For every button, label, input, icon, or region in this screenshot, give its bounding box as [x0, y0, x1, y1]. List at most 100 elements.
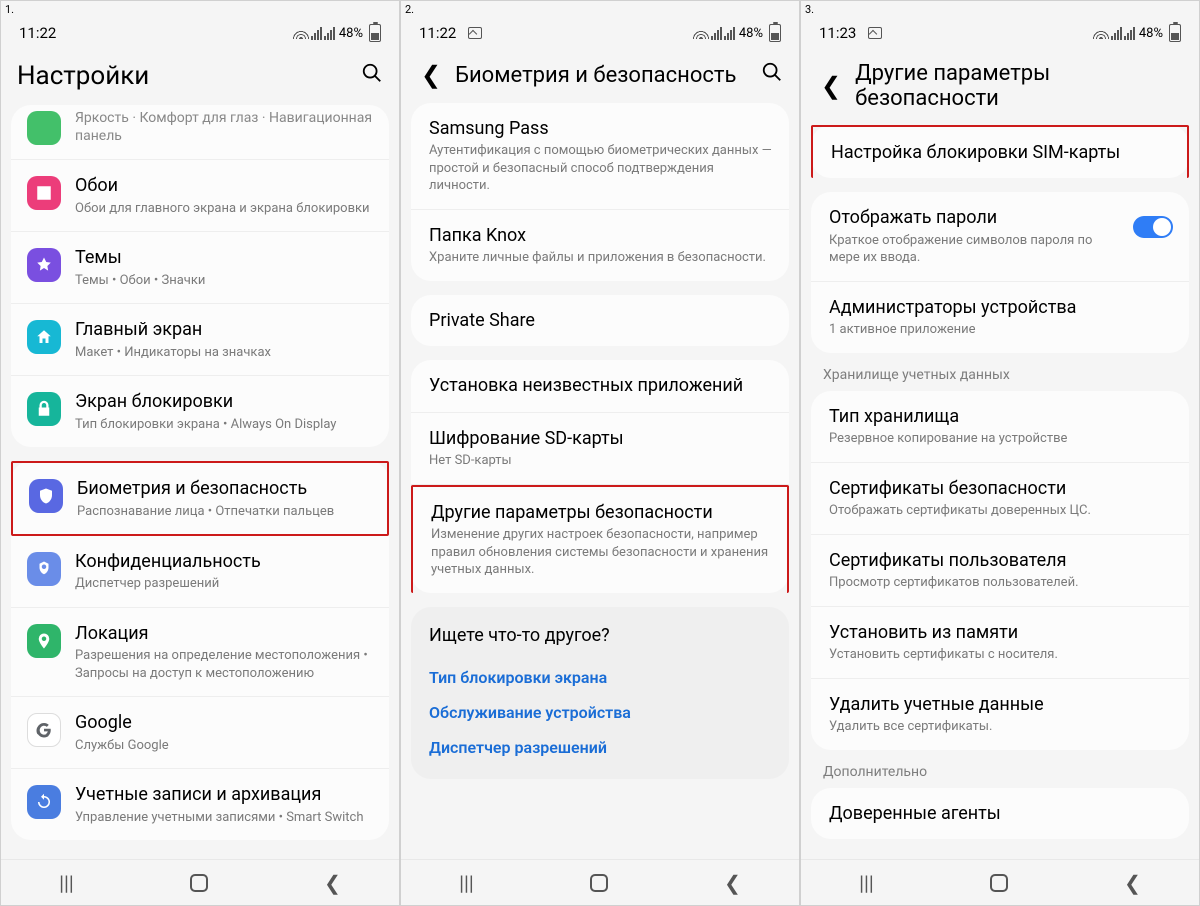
settings-row[interactable]: Сертификаты безопасностиОтображать серти…	[811, 463, 1189, 535]
search-button[interactable]	[361, 62, 383, 90]
setting-subtitle: Храните личные файлы и приложения в безо…	[429, 249, 773, 267]
display-icon	[27, 111, 61, 145]
setting-title: Samsung Pass	[429, 117, 773, 140]
nav-home[interactable]	[990, 874, 1008, 892]
setting-title: Сертификаты пользователя	[829, 549, 1173, 572]
setting-subtitle: Установить сертификаты с носителя.	[829, 646, 1173, 664]
nav-home[interactable]	[190, 874, 208, 892]
settings-row[interactable]: Настройка блокировки SIM-карты	[811, 125, 1189, 178]
step-number: 3.	[805, 3, 814, 16]
step-number: 1.	[5, 3, 14, 16]
setting-title: Другие параметры безопасности	[431, 501, 771, 524]
setting-subtitle: Обои для главного экрана и экрана блокир…	[75, 200, 373, 218]
settings-group: Samsung PassАутентификация с помощью био…	[411, 103, 789, 281]
battery-pct: 48%	[1139, 26, 1163, 41]
nav-recents[interactable]: |||	[59, 871, 74, 895]
settings-row[interactable]: Обои Обои для главного экрана и экрана бл…	[11, 160, 389, 232]
nav-back[interactable]: ❮	[724, 871, 741, 895]
battery-icon	[1169, 24, 1181, 42]
settings-row[interactable]: Администраторы устройства1 активное прил…	[811, 282, 1189, 353]
status-bar: 11:23 48%	[801, 17, 1199, 49]
setting-title: Доверенные агенты	[829, 802, 1173, 825]
setting-subtitle: Просмотр сертификатов пользователей.	[829, 574, 1173, 592]
header: ❮Биометрия и безопасность	[401, 49, 799, 103]
setting-subtitle: Управление учетными записями • Smart Swi…	[75, 809, 373, 827]
settings-row[interactable]: Установка неизвестных приложений	[411, 360, 789, 412]
settings-row[interactable]: Учетные записи и архивацияУправление уче…	[11, 769, 389, 840]
setting-subtitle: Аутентификация с помощью биометрических …	[429, 142, 773, 195]
settings-row[interactable]: Шифрование SD-картыНет SD-карты	[411, 413, 789, 485]
content-scroll[interactable]: Настройка блокировки SIM-карты Отображат…	[801, 125, 1199, 859]
content-scroll[interactable]: Samsung PassАутентификация с помощью био…	[401, 103, 799, 859]
setting-title: Отображать пароли	[829, 206, 1119, 229]
toggle-switch[interactable]	[1133, 216, 1173, 238]
settings-group: Установка неизвестных приложений Шифрова…	[411, 360, 789, 592]
setting-subtitle: Службы Google	[75, 737, 373, 755]
setting-title: Удалить учетные данные	[829, 693, 1173, 716]
back-button[interactable]: ❮	[817, 72, 845, 100]
status-time: 11:22	[19, 24, 56, 42]
screenshot-notif-icon	[868, 27, 882, 39]
settings-row[interactable]: Google Службы Google	[11, 697, 389, 769]
setting-subtitle: Макет • Индикаторы на значках	[75, 344, 373, 362]
setting-title: Тип хранилища	[829, 405, 1173, 428]
search-button[interactable]	[761, 61, 783, 89]
page-title: Настройки	[17, 61, 351, 91]
suggestion-link[interactable]: Диспетчер разрешений	[429, 730, 771, 765]
suggestion-link[interactable]: Обслуживание устройства	[429, 695, 771, 730]
settings-row[interactable]: Отображать паролиКраткое отображение сим…	[811, 192, 1189, 281]
back-button[interactable]: ❮	[417, 61, 445, 89]
content-scroll[interactable]: Яркость · Комфорт для глаз · Навигационн…	[1, 105, 399, 859]
status-bar: 11:22 48%	[1, 17, 399, 49]
setting-title: Обои	[75, 174, 373, 197]
settings-row[interactable]: Установить из памяти Установить сертифика…	[811, 607, 1189, 679]
battery-pct: 48%	[339, 26, 363, 41]
signal-icon-1	[1111, 27, 1122, 40]
setting-subtitle: Отображать сертификаты доверенных ЦС.	[829, 502, 1173, 520]
settings-row[interactable]: Экран блокировкиТип блокировки экрана • …	[11, 376, 389, 447]
settings-row[interactable]: Доверенные агенты	[811, 788, 1189, 839]
shield-icon	[29, 479, 63, 513]
step-number: 2.	[405, 3, 414, 16]
suggestion-link[interactable]: Тип блокировки экрана	[429, 660, 771, 695]
setting-subtitle: Резервное копирование на устройстве	[829, 430, 1173, 448]
settings-row[interactable]: Private Share	[411, 295, 789, 346]
settings-row[interactable]: ТемыТемы • Обои • Значки	[11, 232, 389, 304]
nav-recents[interactable]: |||	[459, 871, 474, 895]
page-title: Другие параметры безопасности	[855, 61, 1183, 111]
settings-row[interactable]: Яркость · Комфорт для глаз · Навигационн…	[11, 105, 389, 160]
status-bar: 11:22 48%	[401, 17, 799, 49]
setting-subtitle: Диспетчер разрешений	[75, 575, 373, 593]
nav-bar: ||| ❮	[401, 859, 799, 905]
wifi-icon	[293, 27, 309, 39]
settings-row[interactable]: Сертификаты пользователя Просмотр сертифи…	[811, 535, 1189, 607]
settings-row[interactable]: Биометрия и безопасностьРаспознавание ли…	[11, 461, 389, 536]
nav-recents[interactable]: |||	[859, 871, 874, 895]
wallpaper-icon	[27, 176, 61, 210]
setting-title: Настройка блокировки SIM-карты	[831, 141, 1171, 164]
setting-title: Установить из памяти	[829, 621, 1173, 644]
setting-subtitle: Распознавание лица • Отпечатки пальцев	[77, 503, 371, 521]
settings-row[interactable]: ЛокацияРазрешения на определение местопо…	[11, 608, 389, 697]
settings-row[interactable]: Главный экран Макет • Индикаторы на значк…	[11, 304, 389, 376]
setting-title: Главный экран	[75, 318, 373, 341]
setting-title: Шифрование SD-карты	[429, 427, 773, 450]
settings-group: Биометрия и безопасностьРаспознавание ли…	[11, 461, 389, 840]
settings-row[interactable]: КонфиденциальностьДиспетчер разрешений	[11, 536, 389, 608]
screen-1: 1. 11:22 48% Настройки Яркость · Комфорт…	[0, 0, 400, 906]
settings-row[interactable]: Тип хранилища Резервное копирование на ус…	[811, 391, 1189, 463]
settings-row[interactable]: Папка KnoxХраните личные файлы и приложе…	[411, 210, 789, 281]
setting-subtitle: Разрешения на определение местоположения…	[75, 647, 373, 682]
settings-row[interactable]: Удалить учетные данныеУдалить все сертиф…	[811, 679, 1189, 750]
settings-row[interactable]: Samsung PassАутентификация с помощью био…	[411, 103, 789, 210]
nav-back[interactable]: ❮	[1124, 871, 1141, 895]
nav-back[interactable]: ❮	[324, 871, 341, 895]
header: ❮ Другие параметры безопасности	[801, 49, 1199, 125]
settings-group: Доверенные агенты	[811, 788, 1189, 839]
settings-row[interactable]: Другие параметры безопасностиИзменение д…	[411, 485, 789, 593]
setting-title-cut: Яркость · Комфорт для глаз · Навигационн…	[75, 109, 373, 145]
google-icon	[27, 713, 61, 747]
nav-home[interactable]	[590, 874, 608, 892]
status-time: 11:22	[419, 24, 456, 42]
setting-title: Google	[75, 711, 373, 734]
